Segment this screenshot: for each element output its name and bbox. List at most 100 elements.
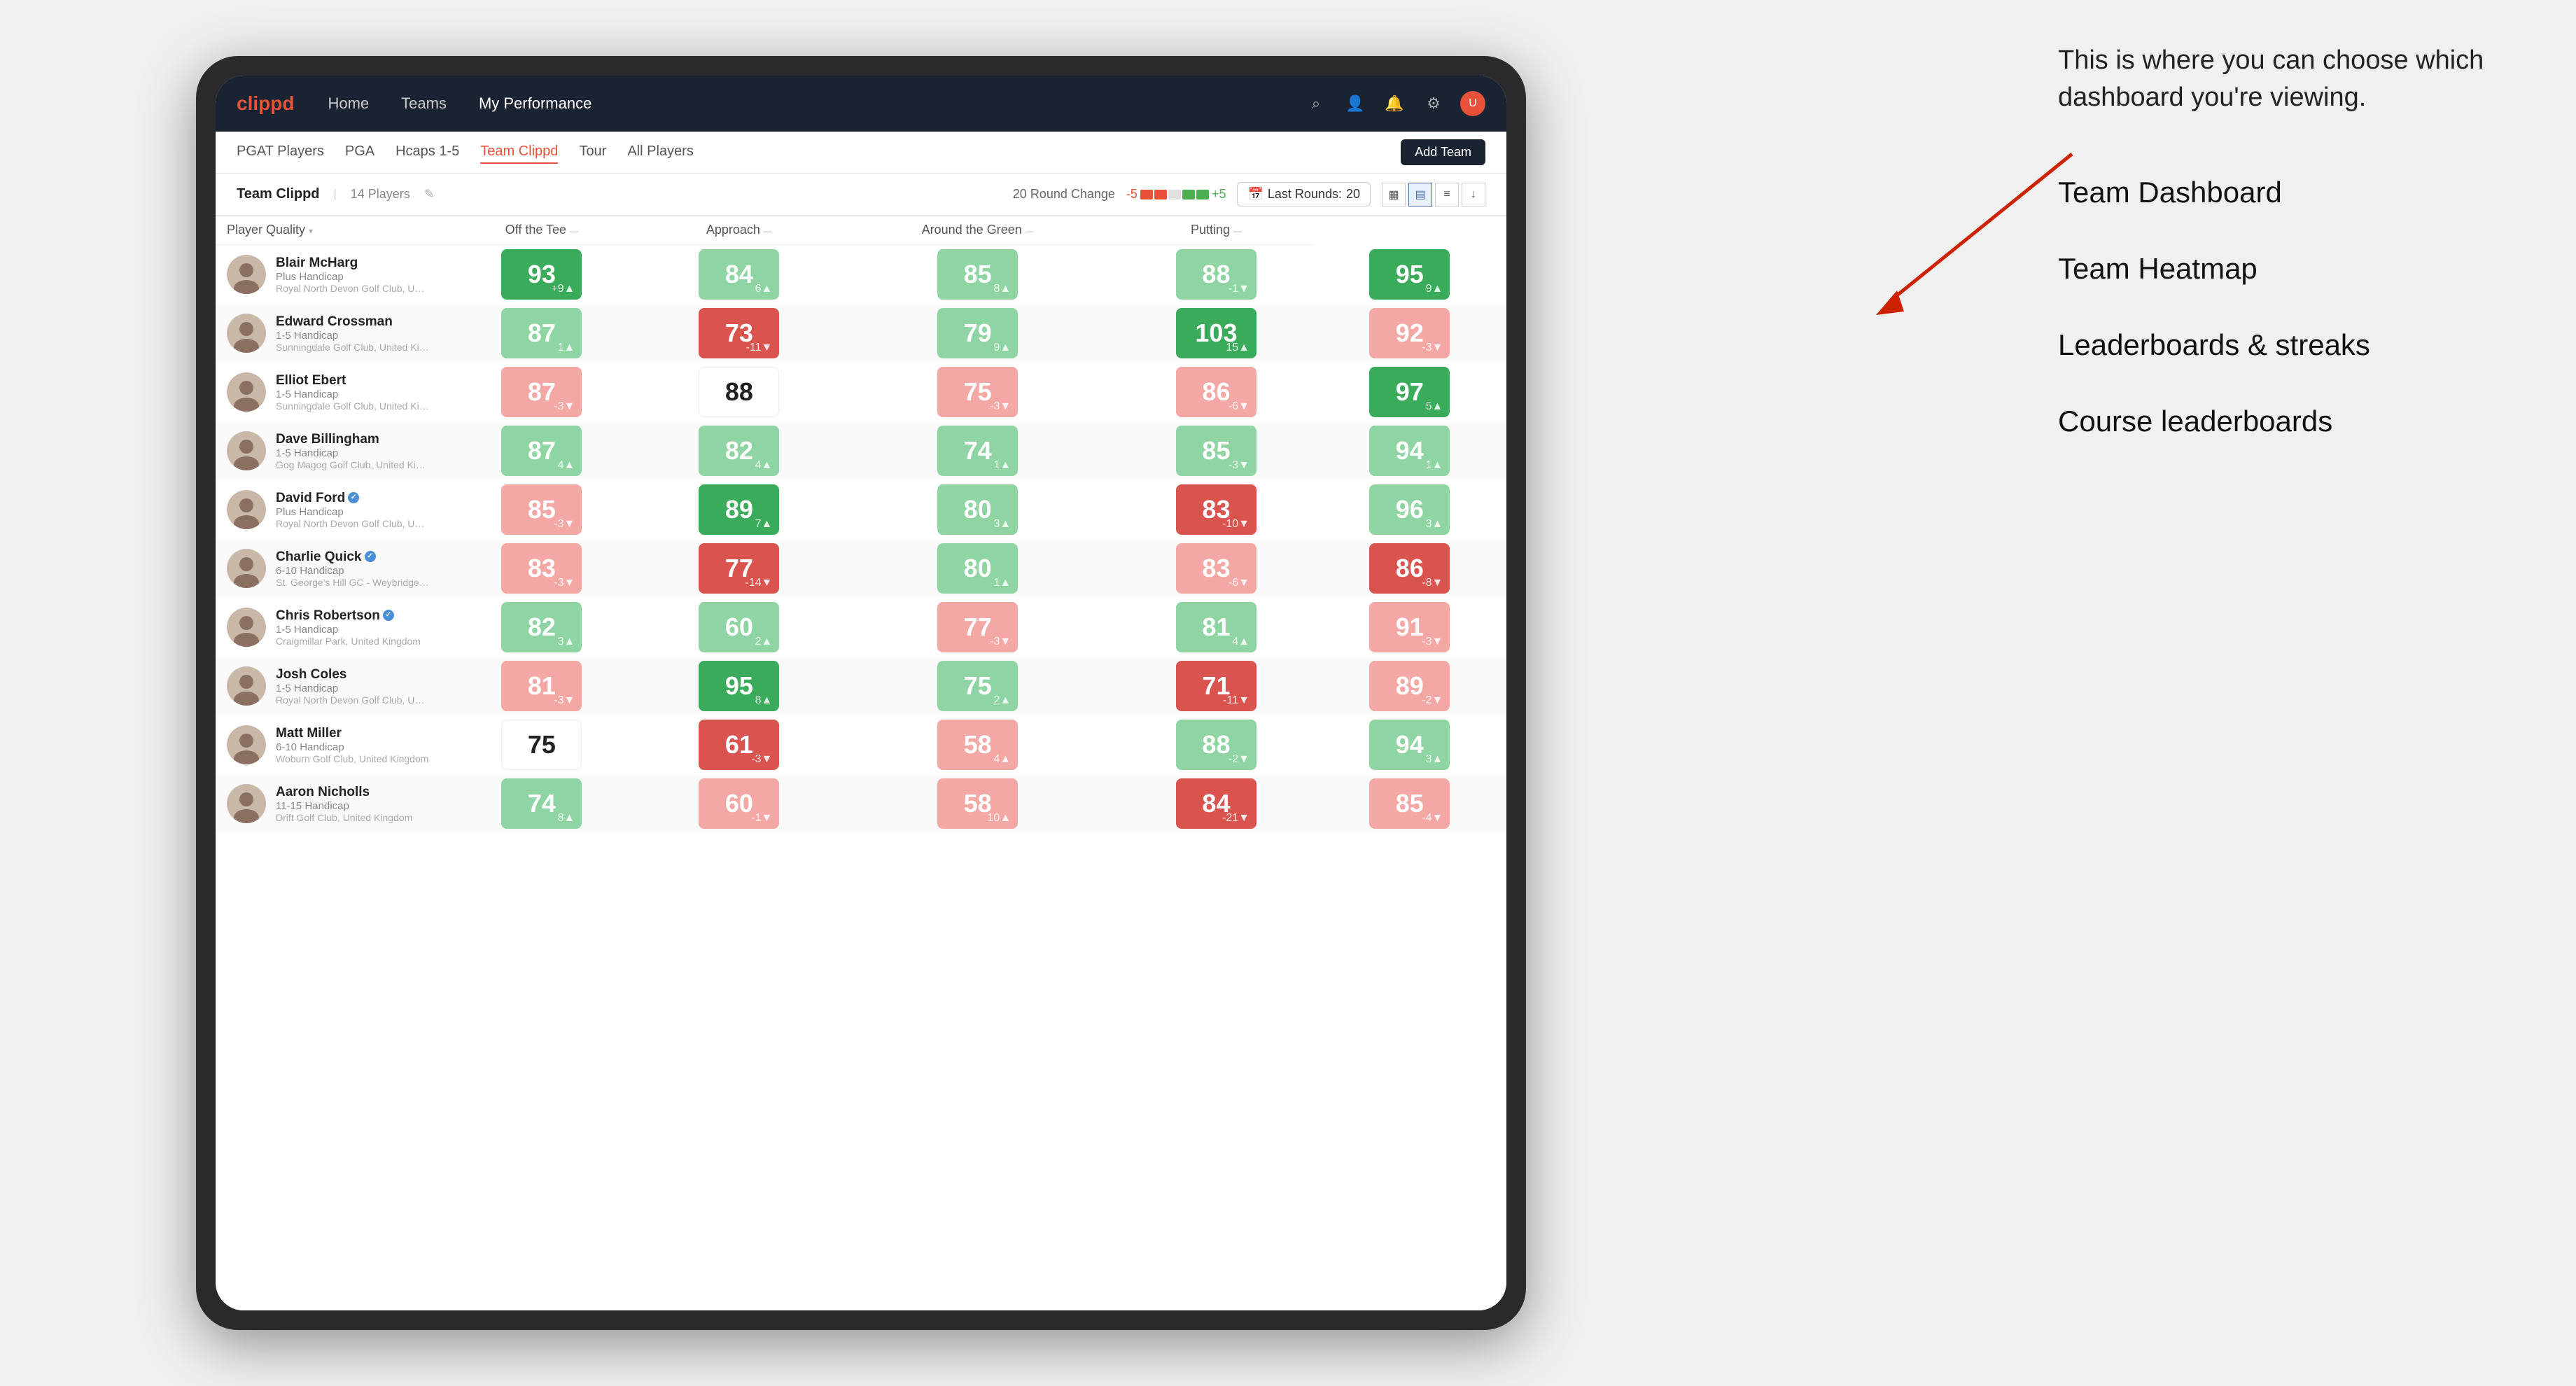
player-name: Aaron Nicholls [276,785,430,800]
player-cell-5[interactable]: Charlie Quick✓ 6-10 Handicap St. George'… [216,539,441,598]
player-club: Drift Golf Club, United Kingdom [276,812,430,823]
subnav-pga[interactable]: PGA [345,141,374,164]
score-cell-5-2: 80 1▲ [836,539,1119,598]
score-change: -3▼ [554,694,575,707]
profile-icon[interactable]: 👤 [1343,91,1368,116]
view-grid-btn[interactable]: ▦ [1382,183,1406,206]
add-team-button[interactable]: Add Team [1401,139,1485,165]
player-cell-6[interactable]: Chris Robertson✓ 1-5 Handicap Craigmilla… [216,598,441,657]
player-name: Charlie Quick✓ [276,550,430,565]
table-row: Elliot Ebert 1-5 Handicap Sunningdale Go… [216,363,1506,421]
score-value: 96 [1396,497,1424,522]
col-putting[interactable]: Putting — [1119,216,1312,245]
score-change: 5▲ [1426,400,1443,413]
player-avatar [227,784,266,823]
score-value: 60 [725,615,753,640]
round-change-label: 20 Round Change [1013,187,1115,202]
option-team-heatmap: Team Heatmap [2058,248,2534,290]
score-cell-7-4: 89 -2▼ [1313,657,1506,715]
score-change: 4▲ [755,459,773,472]
view-download-btn[interactable]: ↓ [1462,183,1485,206]
score-box: 58 10▲ [937,778,1018,829]
player-cell-8[interactable]: Matt Miller 6-10 Handicap Woburn Golf Cl… [216,715,441,774]
score-box: 87 -3▼ [501,367,582,417]
score-box: 95 8▲ [699,661,779,711]
nav-teams[interactable]: Teams [396,92,452,115]
score-value: 79 [964,321,992,346]
score-change: -1▼ [1228,283,1250,295]
bell-icon[interactable]: 🔔 [1382,91,1407,116]
player-info: Josh Coles 1-5 Handicap Royal North Devo… [276,667,430,706]
score-change: 4▲ [1232,636,1250,648]
col-player-quality[interactable]: Player Quality ▾ [216,216,441,245]
team-header-controls: 20 Round Change -5 +5 📅 Last Rounds: [1013,182,1485,206]
score-change: 4▲ [993,753,1011,766]
player-cell-4[interactable]: David Ford✓ Plus Handicap Royal North De… [216,480,441,539]
subnav-team-clippd[interactable]: Team Clippd [480,141,558,164]
score-box: 95 9▲ [1369,249,1450,300]
nav-home[interactable]: Home [322,92,374,115]
score-value: 85 [1396,791,1424,816]
logo: clippd [237,92,294,115]
search-icon[interactable]: ⌕ [1303,91,1329,116]
settings-icon[interactable]: ⚙ [1421,91,1446,116]
subnav-tour[interactable]: Tour [579,141,606,164]
score-value: 85 [528,497,556,522]
score-box: 84 6▲ [699,249,779,300]
col-around-green[interactable]: Around the Green — [836,216,1119,245]
score-change: 1▲ [993,459,1011,472]
score-change: 15▲ [1226,342,1250,354]
player-cell-1[interactable]: Edward Crossman 1-5 Handicap Sunningdale… [216,304,441,363]
score-change: -2▼ [1422,694,1443,707]
score-box: 87 1▲ [501,308,582,358]
last-rounds-button[interactable]: 📅 Last Rounds: 20 [1237,182,1371,206]
player-cell-2[interactable]: Elliot Ebert 1-5 Handicap Sunningdale Go… [216,363,441,421]
score-box: 85 -4▼ [1369,778,1450,829]
player-cell-9[interactable]: Aaron Nicholls 11-15 Handicap Drift Golf… [216,774,441,833]
player-handicap: 1-5 Handicap [276,624,430,636]
score-change: 3▲ [1426,518,1443,531]
score-value: 97 [1396,379,1424,405]
score-cell-9-3: 84 -21▼ [1119,774,1312,833]
score-cell-9-4: 85 -4▼ [1313,774,1506,833]
score-box: 92 -3▼ [1369,308,1450,358]
edit-icon[interactable]: ✎ [424,187,435,202]
subnav-all-players[interactable]: All Players [627,141,693,164]
avatar[interactable]: U [1460,91,1485,116]
score-value: 75 [964,379,992,405]
player-info: Blair McHarg Plus Handicap Royal North D… [276,255,430,294]
score-box: 80 3▲ [937,484,1018,535]
table-container: Player Quality ▾ Off the Tee — Approach … [216,216,1506,1310]
view-list-btn[interactable]: ≡ [1435,183,1459,206]
player-info: Aaron Nicholls 11-15 Handicap Drift Golf… [276,785,430,823]
score-value: 82 [528,615,556,640]
score-change: 8▲ [993,283,1011,295]
score-box: 60 -1▼ [699,778,779,829]
subnav-pgat[interactable]: PGAT Players [237,141,324,164]
nav-my-performance[interactable]: My Performance [473,92,597,115]
score-box: 96 3▲ [1369,484,1450,535]
score-change: 4▲ [558,459,575,472]
score-box: 83 -10▼ [1176,484,1256,535]
view-heatmap-btn[interactable]: ▤ [1408,183,1432,206]
score-cell-0-1: 84 6▲ [643,245,836,304]
score-cell-7-3: 71 -11▼ [1119,657,1312,715]
score-box: 94 1▲ [1369,426,1450,476]
col-approach[interactable]: Approach — [643,216,836,245]
score-value: 88 [725,379,753,405]
score-change: -3▼ [1228,459,1250,472]
score-cell-0-4: 95 9▲ [1313,245,1506,304]
player-count: 14 Players [351,187,410,202]
player-cell-7[interactable]: Josh Coles 1-5 Handicap Royal North Devo… [216,657,441,715]
player-name: Blair McHarg [276,255,430,271]
score-value: 88 [1202,732,1230,757]
col-off-tee[interactable]: Off the Tee — [441,216,643,245]
score-change: -14▼ [745,577,772,589]
subnav-hcaps[interactable]: Hcaps 1-5 [396,141,459,164]
player-cell-3[interactable]: Dave Billingham 1-5 Handicap Gog Magog G… [216,421,441,480]
player-info: Dave Billingham 1-5 Handicap Gog Magog G… [276,432,430,470]
score-change: -11▼ [1223,694,1250,707]
score-cell-0-2: 85 8▲ [836,245,1119,304]
player-handicap: 1-5 Handicap [276,388,430,400]
player-cell-0[interactable]: Blair McHarg Plus Handicap Royal North D… [216,245,441,304]
